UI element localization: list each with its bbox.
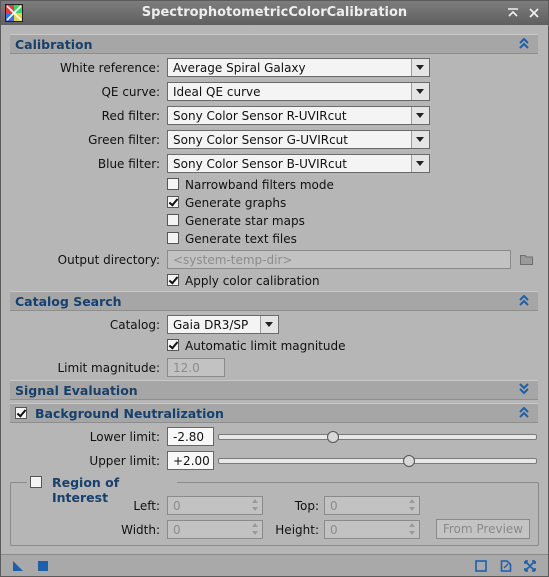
- chevron-down-icon[interactable]: [411, 155, 429, 172]
- section-calibration[interactable]: Calibration: [10, 34, 538, 54]
- section-catalog-search[interactable]: Catalog Search: [10, 291, 538, 311]
- roi-height-label: Height:: [275, 523, 319, 537]
- red-filter-label: Red filter:: [101, 109, 160, 123]
- bottom-toolbar: [1, 554, 548, 576]
- lower-limit-value: -2.80: [173, 430, 205, 444]
- catalog-value: Gaia DR3/SP: [173, 318, 249, 332]
- lower-limit-label: Lower limit:: [89, 430, 160, 444]
- edit-instance-icon[interactable]: [500, 560, 512, 572]
- process-window: SpectrophotometricColorCalibration Calib…: [0, 0, 549, 577]
- generate-text-files-checkbox[interactable]: [167, 232, 179, 244]
- qe-curve-label: QE curve:: [101, 85, 160, 99]
- new-instance-icon[interactable]: [12, 560, 24, 572]
- generate-graphs-checkbox[interactable]: [167, 196, 179, 208]
- section-title: Catalog Search: [15, 294, 122, 309]
- catalog-combo[interactable]: Gaia DR3/SP: [167, 315, 279, 334]
- limit-magnitude-label: Limit magnitude:: [57, 361, 160, 375]
- white-reference-combo[interactable]: Average Spiral Galaxy: [167, 58, 430, 77]
- narrowband-label[interactable]: Narrowband filters mode: [185, 178, 334, 192]
- section-signal-evaluation[interactable]: Signal Evaluation: [10, 380, 538, 400]
- red-filter-combo[interactable]: Sony Color Sensor R-UVIRcut: [167, 106, 430, 125]
- green-filter-combo[interactable]: Sony Color Sensor G-UVIRcut: [167, 130, 430, 149]
- qe-curve-combo[interactable]: Ideal QE curve: [167, 82, 430, 101]
- section-background-neutralization[interactable]: Background Neutralization: [10, 403, 538, 423]
- apply-color-calibration-label[interactable]: Apply color calibration: [185, 274, 320, 288]
- section-title: Signal Evaluation: [15, 383, 138, 398]
- chevron-up-icon[interactable]: [518, 405, 530, 419]
- spin-arrows-icon[interactable]: [407, 522, 418, 537]
- apply-global-icon[interactable]: [37, 560, 49, 572]
- reset-icon[interactable]: [524, 560, 536, 572]
- catalog-label: Catalog:: [109, 318, 160, 332]
- folder-icon[interactable]: [520, 253, 533, 265]
- lower-limit-slider-handle[interactable]: [327, 431, 340, 443]
- roi-top-field[interactable]: 0: [324, 496, 420, 515]
- upper-limit-field[interactable]: +2.00: [167, 451, 214, 470]
- browse-documentation-icon[interactable]: [475, 560, 487, 572]
- limit-magnitude-value: 12.0: [173, 361, 200, 375]
- apply-color-calibration-checkbox[interactable]: [167, 274, 179, 286]
- close-icon[interactable]: [526, 5, 542, 21]
- output-directory-field[interactable]: <system-temp-dir>: [167, 250, 511, 269]
- generate-graphs-label[interactable]: Generate graphs: [185, 196, 286, 210]
- collapse-icon[interactable]: [505, 5, 521, 21]
- roi-left-field[interactable]: 0: [167, 496, 263, 515]
- lower-limit-slider[interactable]: [218, 434, 537, 440]
- section-title: Calibration: [15, 37, 93, 52]
- auto-limit-magnitude-checkbox[interactable]: [167, 339, 179, 351]
- lower-limit-field[interactable]: -2.80: [167, 427, 214, 446]
- chevron-down-icon[interactable]: [411, 131, 429, 148]
- output-directory-placeholder: <system-temp-dir>: [173, 253, 293, 267]
- upper-limit-slider[interactable]: [218, 458, 537, 464]
- chevron-down-icon[interactable]: [518, 382, 530, 396]
- section-title: Background Neutralization: [35, 406, 224, 421]
- green-filter-label: Green filter:: [88, 133, 160, 147]
- chevron-down-icon[interactable]: [411, 83, 429, 100]
- chevron-up-icon[interactable]: [518, 293, 530, 307]
- output-directory-label: Output directory:: [57, 253, 160, 267]
- white-reference-value: Average Spiral Galaxy: [173, 61, 306, 75]
- generate-star-maps-checkbox[interactable]: [167, 214, 179, 226]
- roi-left-label: Left:: [133, 499, 160, 513]
- green-filter-value: Sony Color Sensor G-UVIRcut: [173, 133, 348, 147]
- roi-width-label: Width:: [121, 523, 160, 537]
- roi-width-field[interactable]: 0: [167, 520, 263, 539]
- chevron-down-icon[interactable]: [260, 316, 278, 333]
- blue-filter-value: Sony Color Sensor B-UVIRcut: [173, 157, 347, 171]
- spin-arrows-icon[interactable]: [407, 498, 418, 513]
- limit-magnitude-field[interactable]: 12.0: [167, 358, 225, 377]
- generate-star-maps-label[interactable]: Generate star maps: [185, 214, 305, 228]
- blue-filter-combo[interactable]: Sony Color Sensor B-UVIRcut: [167, 154, 430, 173]
- narrowband-checkbox[interactable]: [167, 178, 179, 190]
- roi-height-field[interactable]: 0: [324, 520, 420, 539]
- upper-limit-slider-handle[interactable]: [403, 455, 416, 467]
- region-of-interest-checkbox[interactable]: [30, 476, 42, 488]
- roi-top-value: 0: [330, 499, 338, 513]
- roi-width-value: 0: [173, 523, 181, 537]
- region-of-interest-header: Region of Interest: [27, 473, 177, 505]
- chevron-down-icon[interactable]: [411, 59, 429, 76]
- from-preview-button[interactable]: From Preview: [436, 519, 530, 539]
- background-neutralization-checkbox[interactable]: [15, 407, 27, 419]
- title-bar[interactable]: SpectrophotometricColorCalibration: [1, 1, 548, 25]
- chevron-up-icon[interactable]: [518, 36, 530, 50]
- window-title: SpectrophotometricColorCalibration: [141, 5, 408, 20]
- qe-curve-value: Ideal QE curve: [173, 85, 261, 99]
- upper-limit-value: +2.00: [173, 454, 210, 468]
- roi-top-label: Top:: [294, 499, 319, 513]
- generate-text-files-label[interactable]: Generate text files: [185, 232, 297, 246]
- blue-filter-label: Blue filter:: [97, 157, 160, 171]
- chevron-down-icon[interactable]: [411, 107, 429, 124]
- white-reference-label: White reference:: [59, 61, 160, 75]
- roi-left-value: 0: [173, 499, 181, 513]
- auto-limit-magnitude-label[interactable]: Automatic limit magnitude: [185, 339, 345, 353]
- red-filter-value: Sony Color Sensor R-UVIRcut: [173, 109, 347, 123]
- upper-limit-label: Upper limit:: [89, 454, 160, 468]
- roi-height-value: 0: [330, 523, 338, 537]
